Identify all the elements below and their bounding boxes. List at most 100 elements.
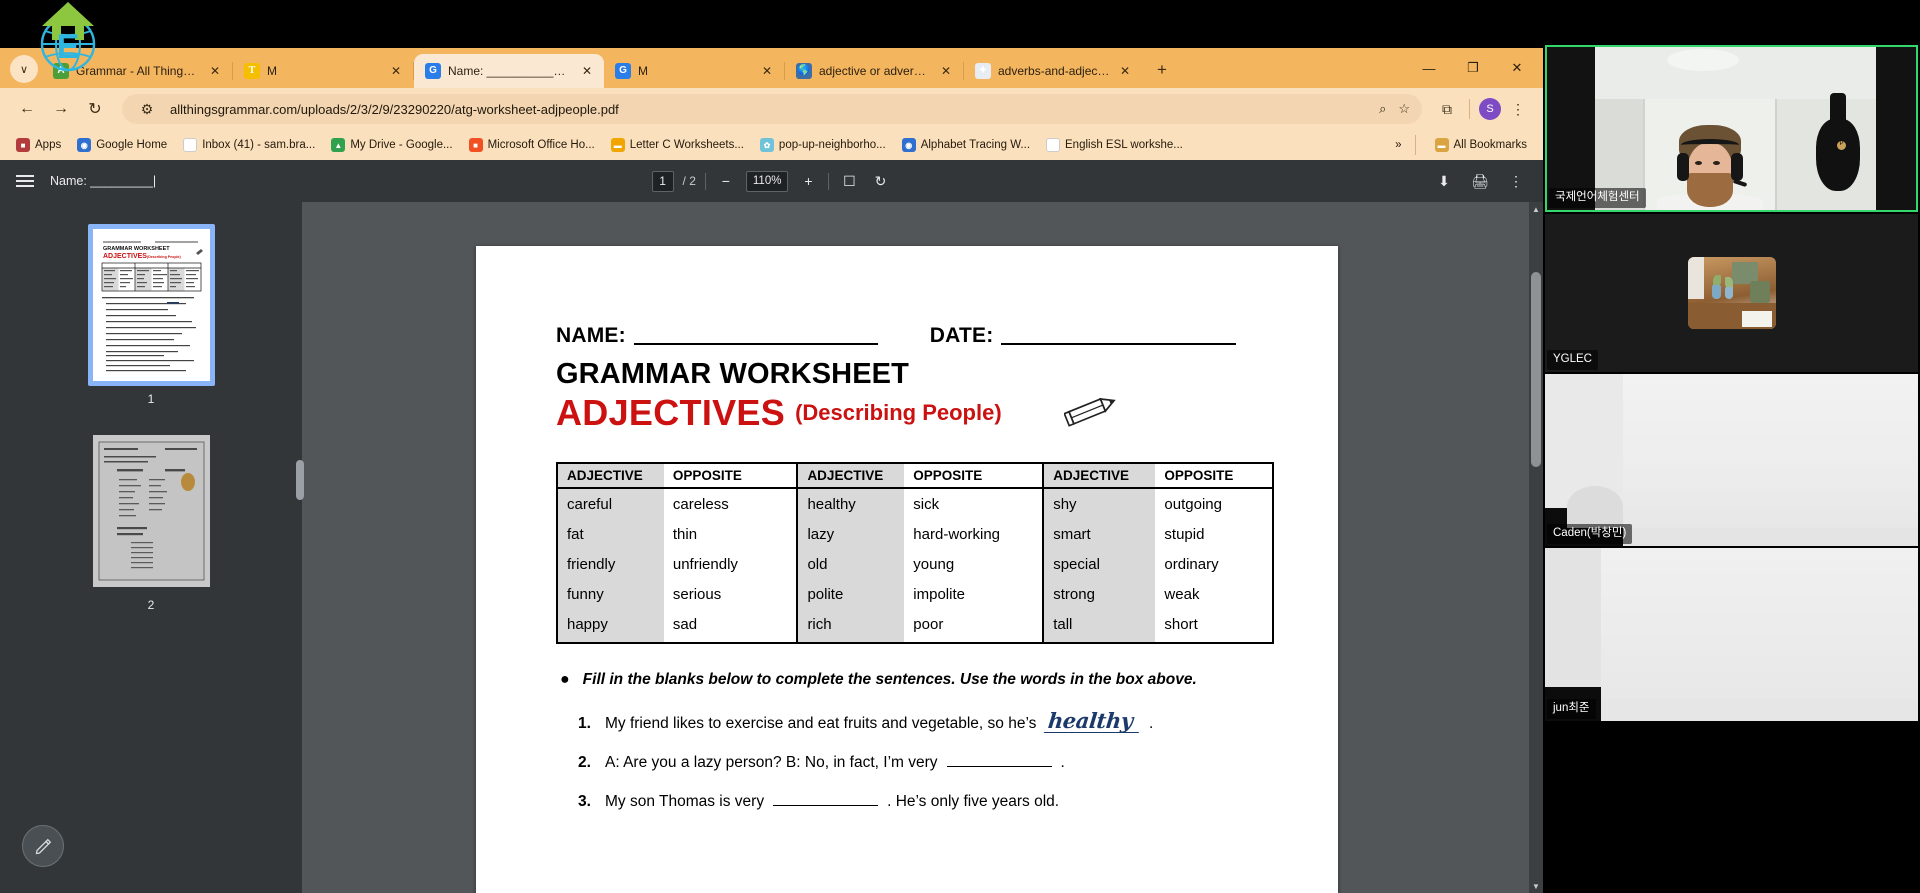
address-bar[interactable]: ⚙ allthingsgrammar.com/uploads/2/3/2/9/2… <box>122 94 1422 124</box>
pdf-more-menu-icon[interactable]: ⋮ <box>1505 170 1527 192</box>
close-icon[interactable]: ✕ <box>938 63 954 79</box>
bookmarks-overflow-icon[interactable]: » <box>1395 139 1401 151</box>
bookmark-label: English ESL workshe... <box>1065 139 1183 151</box>
participant-name: Caden(박창민) <box>1547 524 1633 544</box>
site-settings-icon[interactable]: ⚙ <box>134 96 160 122</box>
tab-title: adverbs-and-adjectives.pn <box>998 64 1110 78</box>
scroll-down-icon[interactable]: ▼ <box>1529 879 1543 893</box>
google-home-icon: ◉ <box>77 138 92 152</box>
close-icon[interactable]: ✕ <box>207 63 223 79</box>
zoom-in-button[interactable]: + <box>797 170 819 192</box>
bookmark-alphabet-tracing[interactable]: ◉ Alphabet Tracing W... <box>896 135 1036 155</box>
cell-adjective: shy <box>1042 488 1156 520</box>
bookmark-label: Inbox (41) - sam.bra... <box>202 139 316 151</box>
isl-icon: i <box>1046 138 1061 152</box>
cell-opposite: unfriendly <box>663 549 798 580</box>
cell-opposite: stupid <box>1155 519 1273 550</box>
table-row: careful careless healthy sick shy outgoi… <box>557 488 1273 520</box>
zoom-level-display[interactable]: 110% <box>745 170 789 192</box>
cell-opposite: thin <box>663 519 798 550</box>
zoom-out-button[interactable]: − <box>715 170 737 192</box>
answer-blank <box>946 765 1052 767</box>
avatar[interactable]: S <box>1479 98 1501 120</box>
plus-icon: + <box>1157 60 1167 79</box>
thumb-page1-graphic: GRAMMAR WORKSHEET ADJECTIVES (Describing… <box>92 229 210 381</box>
bookmark-label: Letter C Worksheets... <box>629 139 744 151</box>
new-tab-button[interactable]: + <box>1148 56 1176 84</box>
browser-tab-3[interactable]: G M ✕ <box>604 54 784 88</box>
all-bookmarks-button[interactable]: ▬ All Bookmarks <box>1429 135 1534 155</box>
organization-logo: E <box>28 0 108 80</box>
participant-name: 국제언어체험센터 <box>1549 188 1646 208</box>
forward-button[interactable]: → <box>46 94 76 124</box>
col-header-adjective: ADJECTIVE <box>1042 463 1156 490</box>
question-text: My friend likes to exercise and eat frui… <box>605 714 1037 732</box>
question-text-after: . <box>1060 753 1065 771</box>
pdf-thumbnail-2[interactable] <box>88 430 215 592</box>
gmail-icon: T <box>244 63 260 79</box>
bookmark-label: Apps <box>35 139 62 151</box>
download-icon[interactable]: ⬇ <box>1433 170 1455 192</box>
cell-adjective: strong <box>1042 579 1156 610</box>
browser-tab-1[interactable]: T M ✕ <box>233 54 413 88</box>
bookmark-label: Alphabet Tracing W... <box>920 139 1031 151</box>
rotate-icon[interactable]: ↻ <box>869 170 891 192</box>
fit-page-icon[interactable]: ☐ <box>838 170 860 192</box>
handwritten-answer: healthy <box>1044 708 1142 733</box>
reload-button[interactable]: ↻ <box>80 94 110 124</box>
globe-icon: ◉ <box>901 138 916 152</box>
video-tile-yglec[interactable]: YGLEC <box>1545 214 1918 372</box>
close-icon[interactable]: ✕ <box>388 63 404 79</box>
browser-tab-2[interactable]: G Name: ________________ ✕ <box>414 54 604 88</box>
bookmark-my-drive[interactable]: ▲ My Drive - Google... <box>325 135 458 155</box>
video-tile-active-speaker[interactable]: P 국제언어체험센터 <box>1545 45 1918 212</box>
pdf-page-area[interactable]: NAME: DATE: GRAMMAR WORKSHEET ADJECTIVES… <box>302 202 1543 893</box>
close-icon[interactable]: ✕ <box>1117 63 1133 79</box>
extensions-icon[interactable]: ⧉ <box>1434 96 1460 122</box>
apps-grid-icon: ■ <box>16 138 30 152</box>
pdf-thumbnail-pane[interactable]: GRAMMAR WORKSHEET ADJECTIVES (Describing… <box>0 202 302 893</box>
scroll-up-icon[interactable]: ▲ <box>1529 202 1543 216</box>
browser-toolbar: ← → ↻ ⚙ allthingsgrammar.com/uploads/2/3… <box>0 88 1543 130</box>
close-icon[interactable]: ✕ <box>579 63 595 79</box>
minimize-button[interactable]: — <box>1407 51 1451 85</box>
pdf-vertical-scrollbar[interactable]: ▲ ▼ <box>1529 202 1543 893</box>
scrollbar-thumb[interactable] <box>1531 272 1541 467</box>
pencil-edit-icon <box>35 838 51 854</box>
bookmark-pop-up-neighborhood[interactable]: ✿ pop-up-neighborho... <box>754 135 892 155</box>
pdf-edit-button[interactable] <box>22 825 64 867</box>
close-icon[interactable]: ✕ <box>759 63 775 79</box>
bookmark-english-esl[interactable]: i English ESL workshe... <box>1040 135 1189 155</box>
thumb-page2-graphic <box>92 435 210 587</box>
table-row: friendly unfriendly old young special or… <box>557 549 1273 580</box>
browser-tab-5[interactable]: ✦ adverbs-and-adjectives.pn ✕ <box>964 54 1142 88</box>
bookmark-apps[interactable]: ■ Apps <box>10 135 67 155</box>
thumbnail-page-image <box>92 435 210 587</box>
col-header-opposite: OPPOSITE <box>1155 463 1273 490</box>
bookmark-microsoft-office[interactable]: ■ Microsoft Office Ho... <box>463 135 601 155</box>
participant-name: jun최준 <box>1547 699 1596 719</box>
pdf-thumbnail-1[interactable]: GRAMMAR WORKSHEET ADJECTIVES (Describing… <box>87 224 215 386</box>
browser-tab-4[interactable]: 🌎 adjective or adverb worksh ✕ <box>785 54 963 88</box>
hamburger-icon[interactable] <box>16 175 34 187</box>
page-number-input[interactable]: 1 <box>651 170 674 192</box>
maximize-button[interactable]: ❐ <box>1451 51 1495 85</box>
question-1: 1. My friend likes to exercise and eat f… <box>578 708 1236 733</box>
video-tile-caden[interactable]: Caden(박창민) <box>1545 374 1918 546</box>
bookmark-google-home[interactable]: ◉ Google Home <box>71 135 173 155</box>
close-window-button[interactable]: ✕ <box>1495 51 1539 85</box>
cell-opposite: poor <box>904 609 1044 643</box>
bookmark-inbox[interactable]: M Inbox (41) - sam.bra... <box>177 135 321 155</box>
zoom-icon[interactable]: ⌕ <box>1379 101 1386 117</box>
chrome-menu-icon[interactable]: ⋮ <box>1505 96 1531 122</box>
cell-opposite: impolite <box>904 579 1044 610</box>
video-tile-jun[interactable]: jun최준 <box>1545 548 1918 721</box>
cell-opposite: weak <box>1155 579 1273 610</box>
worksheet-subject-suffix: (Describing People) <box>795 399 1002 425</box>
back-button[interactable]: ← <box>12 94 42 124</box>
bookmark-star-icon[interactable]: ☆ <box>1398 101 1410 117</box>
google-icon: G <box>615 63 631 79</box>
bookmark-letter-c-worksheets[interactable]: ▬ Letter C Worksheets... <box>605 135 750 155</box>
print-icon[interactable]: 🖨 <box>1469 170 1491 192</box>
video-bottom-strip <box>1623 528 1918 546</box>
